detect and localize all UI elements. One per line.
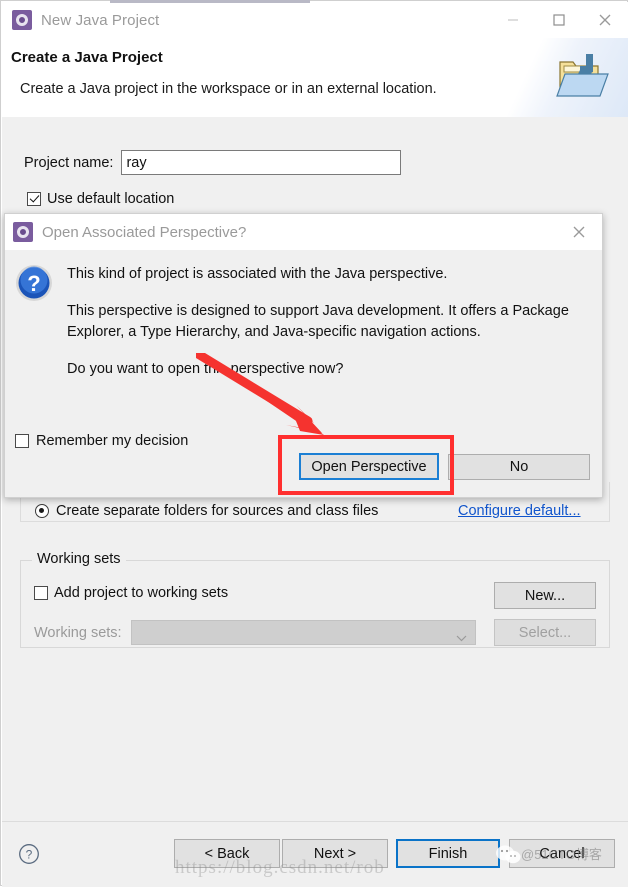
no-button[interactable]: No xyxy=(448,454,590,480)
use-default-location-row[interactable]: Use default location xyxy=(27,191,174,207)
modal-paragraph-2: This perspective is designed to support … xyxy=(67,303,569,340)
eclipse-gear-icon xyxy=(13,222,33,242)
close-icon[interactable] xyxy=(582,2,628,38)
eclipse-gear-icon xyxy=(12,10,32,30)
modal-title: Open Associated Perspective? xyxy=(42,223,247,241)
cancel-button[interactable]: Cancel xyxy=(509,839,615,868)
project-name-row: Project name: xyxy=(24,150,402,175)
new-working-set-button[interactable]: New... xyxy=(494,582,596,609)
help-icon[interactable]: ? xyxy=(18,843,40,865)
project-name-label: Project name: xyxy=(24,154,114,171)
create-separate-folders-label: Create separate folders for sources and … xyxy=(56,503,379,519)
svg-text:?: ? xyxy=(27,271,40,296)
page-description: Create a Java project in the workspace o… xyxy=(20,81,437,97)
svg-text:?: ? xyxy=(26,848,33,862)
minimize-icon[interactable] xyxy=(490,2,536,38)
add-project-to-working-sets-label: Add project to working sets xyxy=(54,585,229,601)
background-window-sliver xyxy=(110,0,310,3)
modal-message: This kind of project is associated with … xyxy=(67,264,577,380)
add-project-to-working-sets-row[interactable]: Add project to working sets xyxy=(34,585,228,601)
create-separate-folders-radio[interactable] xyxy=(35,504,49,518)
use-default-location-checkbox[interactable] xyxy=(27,192,41,206)
back-button[interactable]: < Back xyxy=(174,839,280,868)
close-icon[interactable] xyxy=(556,214,602,250)
working-sets-group-label: Working sets xyxy=(32,551,126,567)
maximize-icon[interactable] xyxy=(536,2,582,38)
select-working-set-button[interactable]: Select... xyxy=(494,619,596,646)
working-sets-combobox[interactable] xyxy=(130,620,476,646)
working-sets-select-row: Working sets: xyxy=(34,620,476,645)
window-titlebar: New Java Project xyxy=(2,2,628,38)
java-project-folder-icon xyxy=(552,48,614,108)
remember-my-decision-row[interactable]: Remember my decision xyxy=(15,433,188,449)
use-default-location-label: Use default location xyxy=(47,191,175,207)
chevron-down-icon xyxy=(456,630,467,646)
window-title: New Java Project xyxy=(41,11,160,29)
configure-default-link[interactable]: Configure default... xyxy=(458,503,581,519)
window-controls xyxy=(490,2,628,38)
remember-my-decision-checkbox[interactable] xyxy=(15,434,29,448)
remember-my-decision-label: Remember my decision xyxy=(36,433,189,449)
page-title: Create a Java Project xyxy=(11,49,163,66)
wizard-header: Create a Java Project Create a Java proj… xyxy=(2,38,628,118)
add-project-to-working-sets-checkbox[interactable] xyxy=(34,586,48,600)
next-button[interactable]: Next > xyxy=(282,839,388,868)
finish-button[interactable]: Finish xyxy=(396,839,500,868)
working-sets-label: Working sets: xyxy=(34,624,122,641)
project-name-input[interactable] xyxy=(121,150,402,175)
create-separate-folders-row[interactable]: Create separate folders for sources and … xyxy=(35,503,378,519)
question-mark-icon: ? xyxy=(15,264,53,302)
modal-paragraph-1: This kind of project is associated with … xyxy=(67,266,448,282)
new-java-project-window: New Java Project Create a Java Project C… xyxy=(0,0,628,887)
modal-titlebar: Open Associated Perspective? xyxy=(5,214,602,250)
open-perspective-button[interactable]: Open Perspective xyxy=(299,453,439,480)
modal-paragraph-3: Do you want to open this perspective now… xyxy=(67,361,344,377)
